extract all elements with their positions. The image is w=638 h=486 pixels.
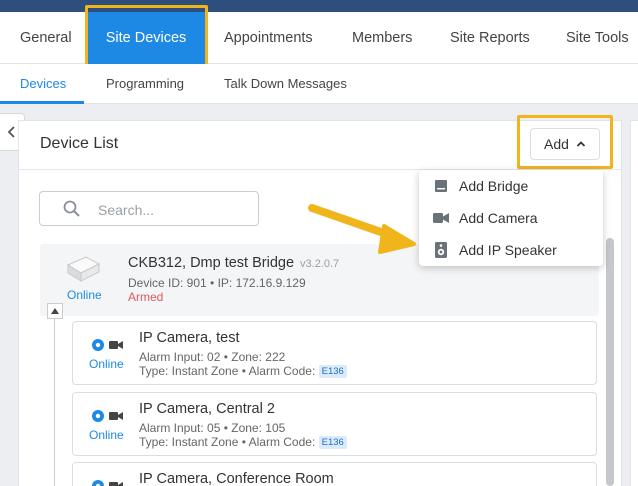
menu-item-add-bridge[interactable]: Add Bridge bbox=[419, 170, 603, 202]
bridge-armed-status: Armed bbox=[128, 290, 164, 304]
triangle-up-icon bbox=[51, 308, 59, 314]
camera-icon bbox=[433, 210, 449, 226]
camera-icon bbox=[109, 341, 123, 349]
camera-type: Type: Instant Zone • Alarm Code: E136 bbox=[139, 364, 347, 378]
search-placeholder: Search... bbox=[98, 202, 155, 218]
subtab-devices[interactable]: Devices bbox=[20, 64, 66, 104]
menu-item-label: Add IP Speaker bbox=[459, 242, 557, 258]
tab-members[interactable]: Members bbox=[352, 12, 412, 64]
gear-badge-icon bbox=[92, 339, 104, 351]
camera-card[interactable]: Online IP Camera, Central 2 Alarm Input:… bbox=[72, 392, 597, 456]
camera-status-icons bbox=[91, 479, 123, 486]
tab-site-reports[interactable]: Site Reports bbox=[450, 12, 530, 64]
camera-online-status: Online bbox=[89, 357, 124, 371]
site-devices-highlight bbox=[85, 5, 208, 69]
menu-item-label: Add Bridge bbox=[459, 178, 529, 194]
bridge-icon bbox=[433, 178, 449, 194]
camera-icon bbox=[109, 412, 123, 420]
tab-site-tools[interactable]: Site Tools bbox=[566, 12, 629, 64]
menu-item-add-ip-speaker[interactable]: Add IP Speaker bbox=[419, 234, 603, 266]
camera-card[interactable]: Online IP Camera, test Alarm Input: 02 •… bbox=[72, 321, 597, 385]
tab-appointments[interactable]: Appointments bbox=[224, 12, 313, 64]
camera-name: IP Camera, test bbox=[139, 330, 240, 346]
subtab-programming[interactable]: Programming bbox=[106, 64, 184, 104]
add-menu: Add Bridge Add Camera Add IP Speaker bbox=[419, 170, 603, 266]
alarm-code-badge: E136 bbox=[318, 365, 347, 378]
speaker-icon bbox=[433, 242, 449, 258]
tab-general[interactable]: General bbox=[20, 12, 72, 64]
search-icon bbox=[63, 200, 80, 217]
search-input[interactable]: Search... bbox=[39, 191, 259, 226]
camera-type-text: Type: Instant Zone • Alarm Code: bbox=[139, 435, 316, 449]
device-list-scrollbar[interactable] bbox=[606, 238, 614, 486]
bridge-online-status: Online bbox=[67, 288, 102, 302]
camera-alarm-input: Alarm Input: 05 • Zone: 105 bbox=[139, 421, 286, 435]
bridge-meta: Device ID: 901 • IP: 172.16.9.129 bbox=[128, 276, 306, 290]
alarm-code-badge: E136 bbox=[318, 436, 347, 449]
subtab-active-indicator bbox=[0, 101, 84, 104]
camera-name: IP Camera, Conference Room bbox=[139, 471, 334, 486]
bridge-device-icon bbox=[66, 256, 101, 282]
menu-item-add-camera[interactable]: Add Camera bbox=[419, 202, 603, 234]
gear-badge-icon bbox=[92, 410, 104, 422]
camera-type: Type: Instant Zone • Alarm Code: E136 bbox=[139, 435, 347, 449]
camera-status-icons bbox=[91, 338, 123, 352]
right-panel bbox=[630, 120, 638, 486]
camera-type-text: Type: Instant Zone • Alarm Code: bbox=[139, 364, 316, 378]
device-list-title: Device List bbox=[40, 135, 119, 152]
add-button-highlight bbox=[517, 115, 613, 169]
tree-connector bbox=[54, 318, 55, 486]
gear-badge-icon bbox=[92, 480, 104, 486]
sub-tab-bar: Devices Programming Talk Down Messages bbox=[0, 64, 638, 104]
tree-collapse-toggle[interactable] bbox=[47, 303, 63, 319]
camera-name: IP Camera, Central 2 bbox=[139, 401, 275, 417]
bridge-name-text: CKB312, Dmp test Bridge bbox=[128, 255, 295, 271]
chevron-left-icon bbox=[7, 126, 15, 138]
camera-status-icons bbox=[91, 409, 123, 423]
subtab-talk-down-messages[interactable]: Talk Down Messages bbox=[224, 64, 347, 104]
camera-alarm-input: Alarm Input: 02 • Zone: 222 bbox=[139, 350, 286, 364]
bridge-name: CKB312, Dmp test Bridge v3.2.0.7 bbox=[128, 255, 339, 271]
camera-online-status: Online bbox=[89, 428, 124, 442]
camera-card[interactable]: IP Camera, Conference Room bbox=[72, 462, 597, 486]
camera-icon bbox=[109, 482, 123, 486]
menu-item-label: Add Camera bbox=[459, 210, 538, 226]
bridge-version: v3.2.0.7 bbox=[300, 258, 340, 270]
